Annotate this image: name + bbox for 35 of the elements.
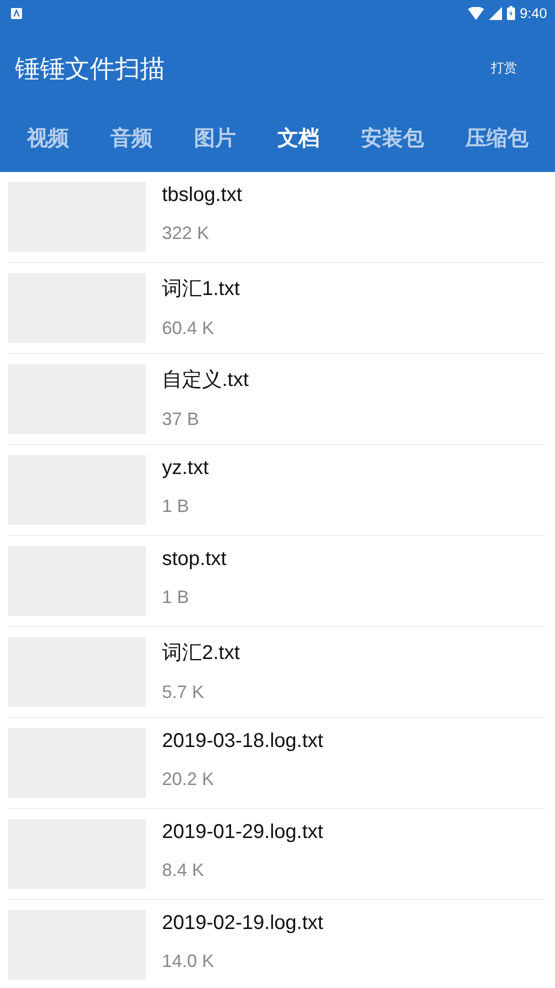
file-item[interactable]: 词汇2.txt 5.7 K — [8, 627, 545, 718]
signal-icon — [488, 6, 502, 20]
file-item[interactable]: tbslog.txt 322 K — [8, 172, 545, 263]
battery-icon — [506, 6, 515, 20]
file-size: 5.7 K — [162, 682, 206, 703]
file-size: 322 K — [162, 223, 210, 244]
notification-icon — [11, 8, 22, 18]
file-name: 2019-02-19.log.txt — [162, 912, 324, 935]
file-name: tbslog.txt — [162, 184, 242, 207]
file-size: 1 B — [162, 496, 190, 517]
file-size: 14.0 K — [162, 951, 216, 972]
file-name: 词汇2.txt — [162, 641, 240, 666]
file-name: 自定义.txt — [162, 368, 249, 393]
file-item[interactable]: yz.txt 1 B — [8, 445, 545, 536]
file-name: 2019-03-18.log.txt — [162, 730, 324, 753]
wifi-icon — [468, 6, 484, 20]
file-size: 60.4 K — [162, 318, 216, 339]
reward-button[interactable]: 打赏 — [483, 55, 525, 81]
app-title: 锤锤文件扫描 — [15, 52, 165, 84]
file-name: 词汇1.txt — [162, 277, 240, 302]
file-item[interactable]: 2019-02-19.log.txt 14.0 K — [8, 900, 545, 988]
file-item[interactable]: stop.txt 1 B — [8, 536, 545, 627]
file-name: yz.txt — [162, 457, 209, 480]
file-item[interactable]: 2019-01-29.log.txt 8.4 K — [8, 809, 545, 900]
file-size: 8.4 K — [162, 860, 206, 881]
file-size: 37 B — [162, 409, 200, 430]
file-size: 1 B — [162, 587, 190, 608]
clock-time: 9:40 — [520, 5, 547, 21]
category-tab[interactable]: 文档 — [273, 120, 324, 156]
file-item[interactable]: 2019-03-18.log.txt 20.2 K — [8, 718, 545, 809]
file-size: 20.2 K — [162, 769, 216, 790]
file-item[interactable]: 词汇1.txt 60.4 K — [8, 263, 545, 354]
file-name: stop.txt — [162, 548, 226, 571]
file-name: 2019-01-29.log.txt — [162, 821, 324, 844]
file-item[interactable]: 自定义.txt 37 B — [8, 354, 545, 445]
